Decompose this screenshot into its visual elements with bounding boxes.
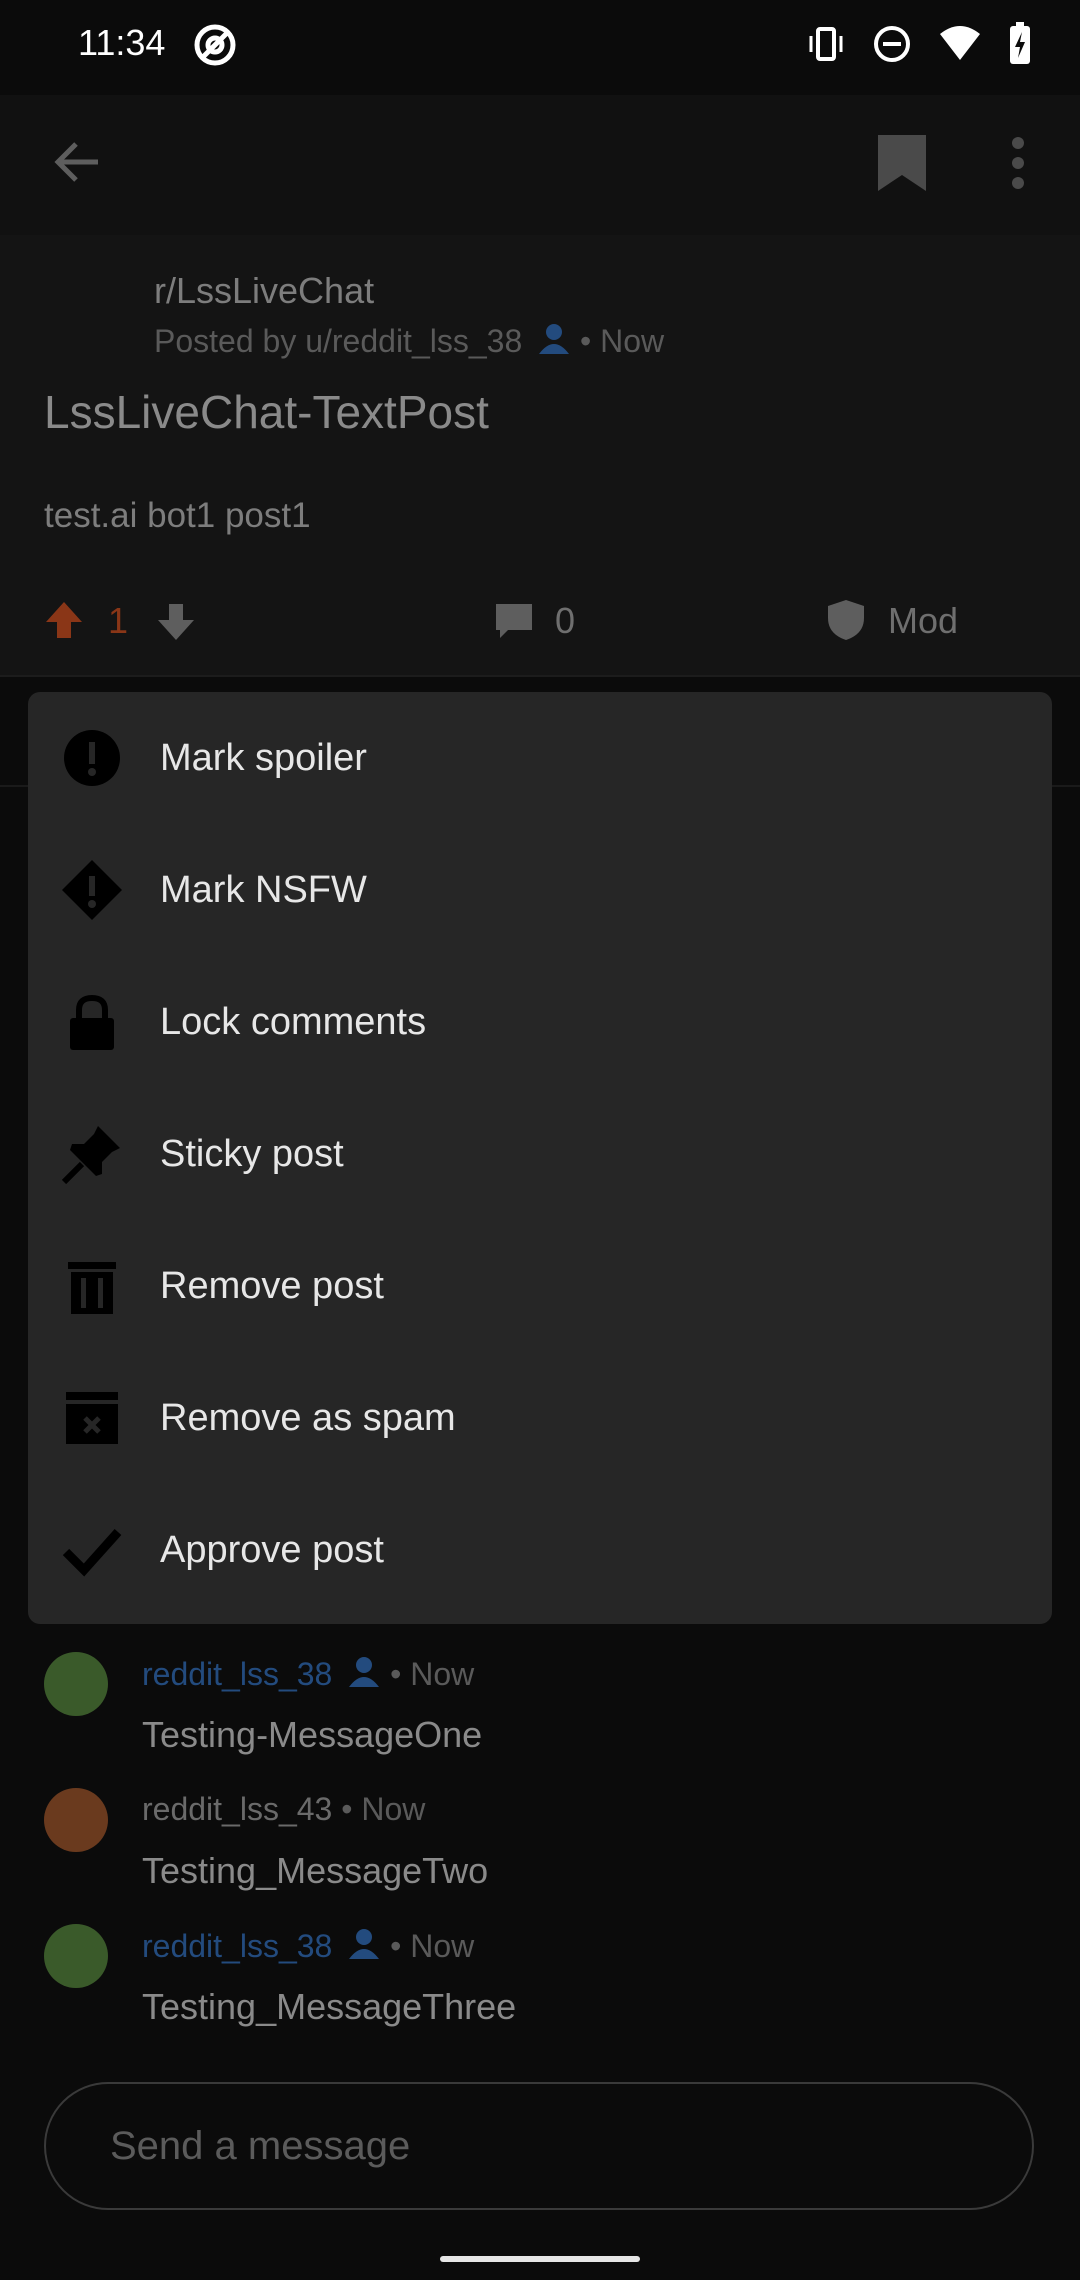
bookmark-icon[interactable]: [872, 133, 932, 193]
subreddit-name[interactable]: r/LssLiveChat: [154, 270, 374, 312]
menu-item-remove-as-spam[interactable]: Remove as spam: [28, 1352, 1052, 1484]
menu-item-mark-spoiler[interactable]: Mark spoiler: [28, 692, 1052, 824]
user-icon: [349, 1657, 380, 1687]
posted-by-text: Posted by u/reddit_lss_38: [154, 323, 523, 359]
posted-by-line: Posted by u/reddit_lss_38 • Now: [154, 322, 664, 360]
user-icon: [349, 1929, 380, 1959]
message-input[interactable]: [44, 2082, 1034, 2210]
lock-icon: [70, 994, 114, 1050]
chat-username[interactable]: reddit_lss_38: [142, 1656, 332, 1692]
menu-item-label: Sticky post: [160, 1132, 344, 1175]
menu-item-sticky-post[interactable]: Sticky post: [28, 1088, 1052, 1220]
chat-username[interactable]: reddit_lss_43: [142, 1791, 332, 1827]
menu-item-label: Remove post: [160, 1264, 384, 1307]
home-indicator[interactable]: [440, 2256, 640, 2262]
menu-item-approve-post[interactable]: Approve post: [28, 1484, 1052, 1616]
pin-icon: [62, 1126, 120, 1184]
back-arrow-icon[interactable]: [50, 135, 104, 189]
exclamation-circle-icon: [64, 730, 120, 786]
avatar[interactable]: [44, 1652, 108, 1716]
post-body: test.ai bot1 post1: [44, 496, 311, 535]
trash-icon: [68, 1262, 116, 1314]
avatar[interactable]: [44, 1788, 108, 1852]
exclamation-diamond-icon: [62, 860, 122, 920]
vote-count: 1: [108, 600, 129, 641]
comment-count: 0: [555, 600, 576, 641]
chat-time: • Now: [341, 1791, 426, 1827]
shield-icon[interactable]: [826, 598, 866, 642]
chat-message-header: reddit_lss_43 • Now: [142, 1791, 425, 1828]
check-icon: [62, 1528, 122, 1577]
chat-time: • Now: [390, 1928, 475, 1964]
avatar[interactable]: [44, 1924, 108, 1988]
menu-item-label: Approve post: [160, 1528, 384, 1571]
chat-time: • Now: [390, 1656, 475, 1692]
chat-message-header: reddit_lss_38 • Now: [142, 1655, 474, 1693]
post-title: LssLiveChat-TextPost: [44, 386, 489, 438]
app-bar: [0, 95, 1080, 235]
chat-message-text: Testing_MessageTwo: [142, 1850, 489, 1891]
chat-message-text: Testing_MessageThree: [142, 1986, 517, 2027]
chat-username[interactable]: reddit_lss_38: [142, 1928, 332, 1964]
menu-item-remove-post[interactable]: Remove post: [28, 1220, 1052, 1352]
posted-time: • Now: [580, 323, 665, 359]
spam-box-icon: [66, 1392, 118, 1444]
menu-item-label: Remove as spam: [160, 1396, 456, 1439]
more-options-icon[interactable]: [1006, 135, 1030, 191]
mod-actions-menu: Mark spoiler Mark NSFW Lock comments Sti…: [28, 692, 1052, 1624]
comment-icon[interactable]: [494, 602, 534, 642]
menu-item-lock-comments[interactable]: Lock comments: [28, 956, 1052, 1088]
menu-item-mark-nsfw[interactable]: Mark NSFW: [28, 824, 1052, 956]
menu-item-label: Mark spoiler: [160, 736, 367, 779]
menu-item-label: Lock comments: [160, 1000, 427, 1043]
mod-label[interactable]: Mod: [888, 600, 958, 642]
upvote-icon[interactable]: [44, 600, 84, 640]
chat-message-text: Testing-MessageOne: [142, 1714, 483, 1755]
chat-message-header: reddit_lss_38 • Now: [142, 1927, 474, 1965]
menu-item-label: Mark NSFW: [160, 868, 367, 911]
downvote-icon[interactable]: [156, 602, 196, 642]
user-icon: [539, 324, 570, 354]
